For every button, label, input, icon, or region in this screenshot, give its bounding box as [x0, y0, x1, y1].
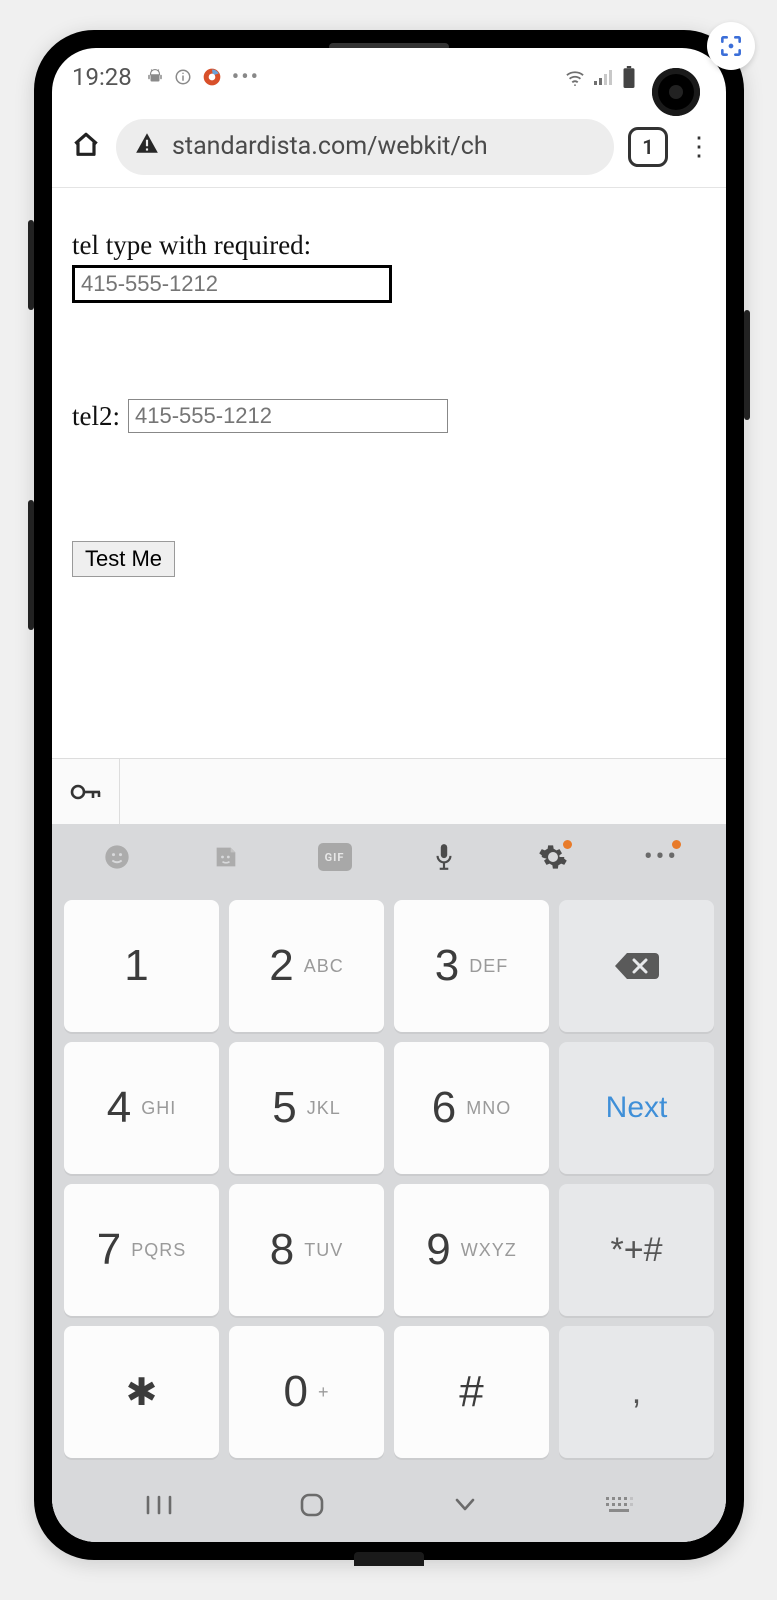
home-icon[interactable] — [70, 129, 102, 165]
emoji-icon[interactable] — [92, 843, 142, 871]
more-badge — [672, 840, 681, 849]
tel1-label: tel type with required: — [72, 230, 706, 261]
key-6[interactable]: 6MNO — [394, 1042, 549, 1174]
insecure-warning-icon — [134, 130, 160, 163]
screen-capture-button[interactable] — [707, 22, 755, 70]
gif-label: GIF — [318, 843, 352, 871]
key-symbols[interactable]: *+# — [559, 1184, 714, 1316]
android-nav-bar — [52, 1472, 726, 1542]
key-star[interactable]: ✱ — [64, 1326, 219, 1458]
web-page-content: tel type with required: tel2: Test Me — [52, 188, 726, 758]
usb-cable — [354, 1552, 424, 1566]
soft-keyboard: GIF ••• 1 2ABC — [52, 824, 726, 1542]
password-key-icon[interactable] — [52, 759, 120, 824]
tel1-input[interactable] — [72, 265, 392, 303]
url-bar[interactable]: standardista.com/webkit/ch — [116, 119, 614, 175]
tab-switcher[interactable]: 1 — [628, 127, 668, 167]
key-0[interactable]: 0+ — [229, 1326, 384, 1458]
key-8[interactable]: 8TUV — [229, 1184, 384, 1316]
tel2-label: tel2: — [72, 401, 120, 432]
info-icon — [174, 68, 192, 86]
keyboard-switch-icon[interactable] — [604, 1494, 634, 1520]
keypad: 1 2ABC 3DEF 4GHI 5JKL 6MNO Next 7PQRS 8T… — [52, 890, 726, 1472]
key-5[interactable]: 5JKL — [229, 1042, 384, 1174]
keyboard-suggestion-bar — [52, 758, 726, 824]
wifi-icon — [564, 68, 586, 86]
key-next[interactable]: Next — [559, 1042, 714, 1174]
tel2-input[interactable] — [128, 399, 448, 433]
battery-icon — [622, 66, 636, 88]
front-camera — [652, 68, 700, 116]
sticker-icon[interactable] — [201, 843, 251, 871]
home-button[interactable] — [298, 1491, 326, 1523]
bixby-button — [28, 500, 34, 630]
phone-frame: 19:28 ••• — [34, 30, 744, 1560]
suggestion-area[interactable] — [120, 759, 726, 824]
power-button — [744, 310, 750, 420]
key-hash[interactable]: # — [394, 1326, 549, 1458]
key-backspace[interactable] — [559, 900, 714, 1032]
status-bar: 19:28 ••• — [52, 48, 726, 106]
recents-button[interactable] — [145, 1494, 173, 1520]
key-4[interactable]: 4GHI — [64, 1042, 219, 1174]
browser-toolbar: standardista.com/webkit/ch 1 ⋮ — [52, 106, 726, 188]
test-me-button[interactable]: Test Me — [72, 541, 175, 577]
volume-button — [28, 220, 34, 310]
gif-icon[interactable]: GIF — [310, 843, 360, 871]
android-icon — [146, 68, 164, 86]
more-notifications-icon: ••• — [232, 65, 260, 90]
key-7[interactable]: 7PQRS — [64, 1184, 219, 1316]
browser-app-icon — [202, 67, 222, 87]
tab-count: 1 — [642, 135, 653, 159]
browser-menu-icon[interactable]: ⋮ — [682, 132, 716, 162]
key-9[interactable]: 9WXYZ — [394, 1184, 549, 1316]
key-comma[interactable]: , — [559, 1326, 714, 1458]
key-2[interactable]: 2ABC — [229, 900, 384, 1032]
key-3[interactable]: 3DEF — [394, 900, 549, 1032]
settings-badge — [563, 840, 572, 849]
more-icon[interactable]: ••• — [637, 842, 687, 872]
settings-icon[interactable] — [528, 842, 578, 872]
back-button[interactable] — [451, 1496, 479, 1518]
key-1[interactable]: 1 — [64, 900, 219, 1032]
url-text: standardista.com/webkit/ch — [172, 132, 488, 161]
mic-icon[interactable] — [419, 842, 469, 872]
clock: 19:28 — [72, 63, 132, 91]
signal-icon — [594, 69, 614, 85]
keyboard-toolbar: GIF ••• — [52, 824, 726, 890]
